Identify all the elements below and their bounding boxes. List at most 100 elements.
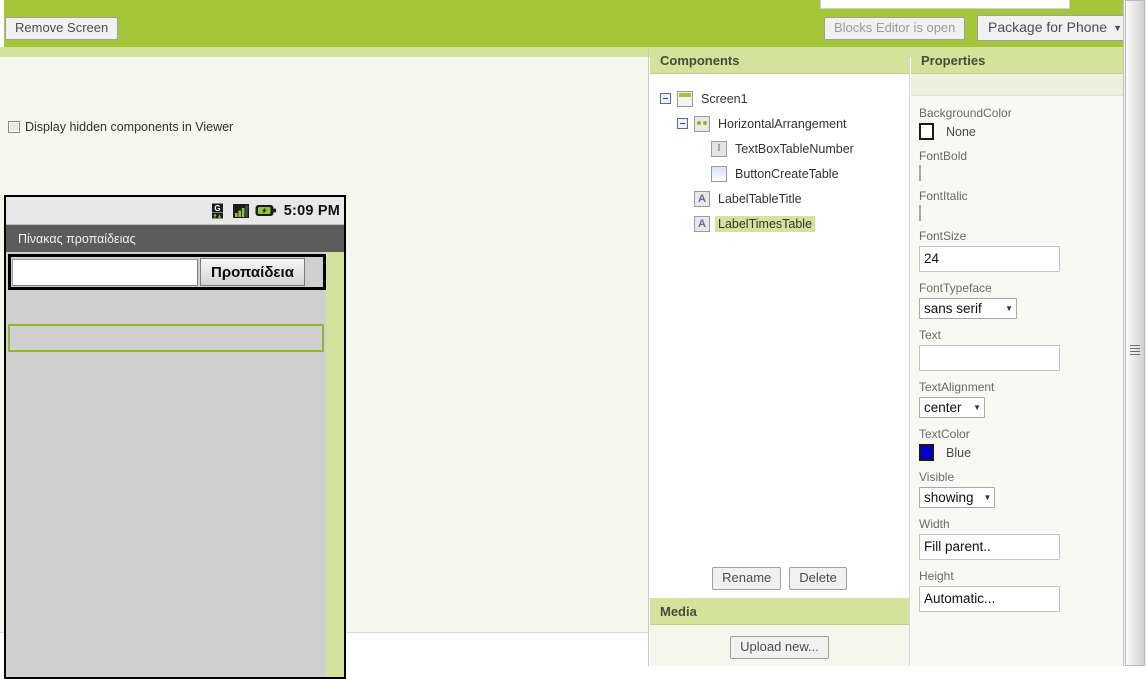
data-transfer-icon: G <box>211 203 223 218</box>
upload-new-button[interactable]: Upload new... <box>730 636 829 660</box>
components-tree: Screen1 HorizontalArrangement I TextBoxT… <box>650 74 909 236</box>
property-fontitalic: FontItalic <box>919 189 1123 221</box>
display-hidden-components-row[interactable]: Display hidden components in Viewer <box>8 120 233 134</box>
screen-icon <box>677 90 693 107</box>
tree-label-labeltimestable: LabelTimesTable <box>715 215 816 232</box>
left-edge-strip <box>0 0 4 47</box>
delete-button[interactable]: Delete <box>789 566 847 590</box>
property-fontsize-label: FontSize <box>919 229 967 243</box>
scrollbar-grip-icon <box>1130 345 1140 355</box>
svg-text:G: G <box>214 204 220 213</box>
blocks-editor-status-button[interactable]: Blocks Editor is open <box>824 17 966 41</box>
property-visible-select[interactable]: showing ▼ <box>919 487 995 508</box>
form-area: Προπαίδεια <box>6 252 326 677</box>
chevron-down-icon: ▼ <box>973 403 981 412</box>
tree-label-labeltabletitle: LabelTableTitle <box>718 191 802 206</box>
display-hidden-components-label: Display hidden components in Viewer <box>25 120 234 134</box>
media-panel-body: Upload new... <box>650 625 909 660</box>
property-width: Width Fill parent.. <box>919 517 1123 560</box>
tree-label-horizontalarrangement: HorizontalArrangement <box>718 116 847 131</box>
property-width-label: Width <box>919 517 950 531</box>
property-backgroundcolor-label: BackgroundColor <box>919 106 1012 120</box>
property-text-label: Text <box>919 328 942 342</box>
page-scrollbar-track[interactable] <box>1123 0 1146 666</box>
property-height-input[interactable]: Automatic... <box>919 586 1060 612</box>
app-root: Remove Screen Blocks Editor is open Pack… <box>0 0 1146 679</box>
page-scrollbar-thumb[interactable] <box>1125 0 1145 666</box>
property-backgroundcolor-value[interactable]: None <box>919 123 1123 140</box>
horizontal-arrangement-icon <box>694 115 710 132</box>
phone-viewer[interactable]: G 5:09 PM Πίνακας προπαίδειας Προπαίδεια <box>4 195 346 679</box>
property-textalignment-select[interactable]: center ▼ <box>919 397 985 418</box>
property-text-input[interactable] <box>919 345 1060 371</box>
property-text: Text <box>919 328 1123 371</box>
label-times-table-component[interactable] <box>8 324 324 352</box>
rename-button[interactable]: Rename <box>712 566 782 590</box>
property-visible-label: Visible <box>919 470 955 484</box>
package-for-phone-label: Package for Phone <box>988 19 1108 35</box>
tree-item-screen1[interactable]: Screen1 <box>650 86 909 111</box>
display-hidden-components-checkbox[interactable] <box>8 121 20 133</box>
remove-screen-button[interactable]: Remove Screen <box>5 17 119 41</box>
property-textcolor-value[interactable]: Blue <box>919 444 1123 461</box>
media-panel: Media Upload new... <box>650 598 910 666</box>
components-panel: Components Screen1 HorizontalArrangement… <box>650 47 910 598</box>
button-create-table-component[interactable]: Προπαίδεια <box>200 258 305 286</box>
tree-item-horizontalarrangement[interactable]: HorizontalArrangement <box>650 111 909 136</box>
tree-label-buttoncreatetable: ButtonCreateTable <box>735 166 839 181</box>
phone-title-bar: Πίνακας προπαίδειας <box>6 225 344 252</box>
property-fontbold: FontBold <box>919 149 1123 181</box>
tree-label-textboxtablenumber: TextBoxTableNumber <box>735 141 854 156</box>
textbox-table-number-component[interactable] <box>12 258 198 286</box>
properties-header-label: Properties <box>921 52 986 68</box>
package-for-phone-button[interactable]: Package for Phone ▼ <box>977 15 1134 42</box>
property-visible: Visible showing ▼ <box>919 470 1123 508</box>
property-fontitalic-label: FontItalic <box>919 189 968 203</box>
tree-item-labeltabletitle[interactable]: A LabelTableTitle <box>650 186 909 211</box>
property-height: Height Automatic... <box>919 569 1123 612</box>
phone-form-body: Προπαίδεια <box>6 252 344 677</box>
property-fontitalic-checkbox[interactable] <box>919 205 921 221</box>
tree-toggle-screen1-icon[interactable] <box>660 93 671 104</box>
horizontal-arrangement-component[interactable]: Προπαίδεια <box>8 254 326 290</box>
property-backgroundcolor: BackgroundColor None <box>919 106 1123 140</box>
property-width-input[interactable]: Fill parent.. <box>919 534 1060 560</box>
viewer-components-divider <box>648 47 649 666</box>
tree-toggle-horizontalarrangement-icon[interactable] <box>677 118 688 129</box>
property-fontsize: FontSize 24 <box>919 229 1123 272</box>
components-action-buttons: Rename Delete <box>650 566 909 590</box>
property-fontsize-input[interactable]: 24 <box>919 246 1060 272</box>
property-fontbold-checkbox[interactable] <box>919 165 921 181</box>
chevron-down-icon: ▼ <box>1113 23 1123 33</box>
properties-panel: Properties BackgroundColor None FontBold… <box>911 47 1124 666</box>
property-textalignment-label: TextAlignment <box>919 380 995 394</box>
properties-panel-header: Properties <box>911 47 1124 74</box>
components-header-label: Components <box>660 52 740 68</box>
phone-clock-label: 5:09 PM <box>283 202 340 219</box>
tree-item-textboxtablenumber[interactable]: I TextBoxTableNumber <box>650 136 909 161</box>
battery-charging-icon <box>255 205 276 216</box>
property-fonttypeface-value: sans serif <box>924 301 982 316</box>
label-icon: A <box>694 215 710 232</box>
chevron-down-icon: ▼ <box>983 493 992 502</box>
label-icon: A <box>694 190 710 207</box>
property-fonttypeface: FontTypeface sans serif ▼ <box>919 281 1123 319</box>
property-fontbold-label: FontBold <box>919 149 968 163</box>
properties-selected-component-bar <box>911 74 1124 96</box>
phone-title-text: Πίνακας προπαίδειας <box>18 231 136 246</box>
property-textalignment-value: center <box>924 400 962 415</box>
tree-item-buttoncreatetable[interactable]: ButtonCreateTable <box>650 161 909 186</box>
tree-item-labeltimestable[interactable]: A LabelTimesTable <box>650 211 909 236</box>
components-panel-header: Components <box>650 47 909 74</box>
property-fonttypeface-label: FontTypeface <box>919 281 992 295</box>
property-textalignment: TextAlignment center ▼ <box>919 380 1123 418</box>
property-fonttypeface-select[interactable]: sans serif ▼ <box>919 298 1017 319</box>
color-swatch-icon[interactable] <box>919 123 934 140</box>
label-table-title-component[interactable] <box>8 296 324 320</box>
top-edge-strip <box>820 0 1070 9</box>
media-panel-header: Media <box>650 598 909 625</box>
form-right-rail <box>326 252 344 677</box>
property-textcolor: TextColor Blue <box>919 427 1123 461</box>
color-swatch-icon[interactable] <box>919 444 934 461</box>
signal-bars-icon <box>232 203 249 218</box>
